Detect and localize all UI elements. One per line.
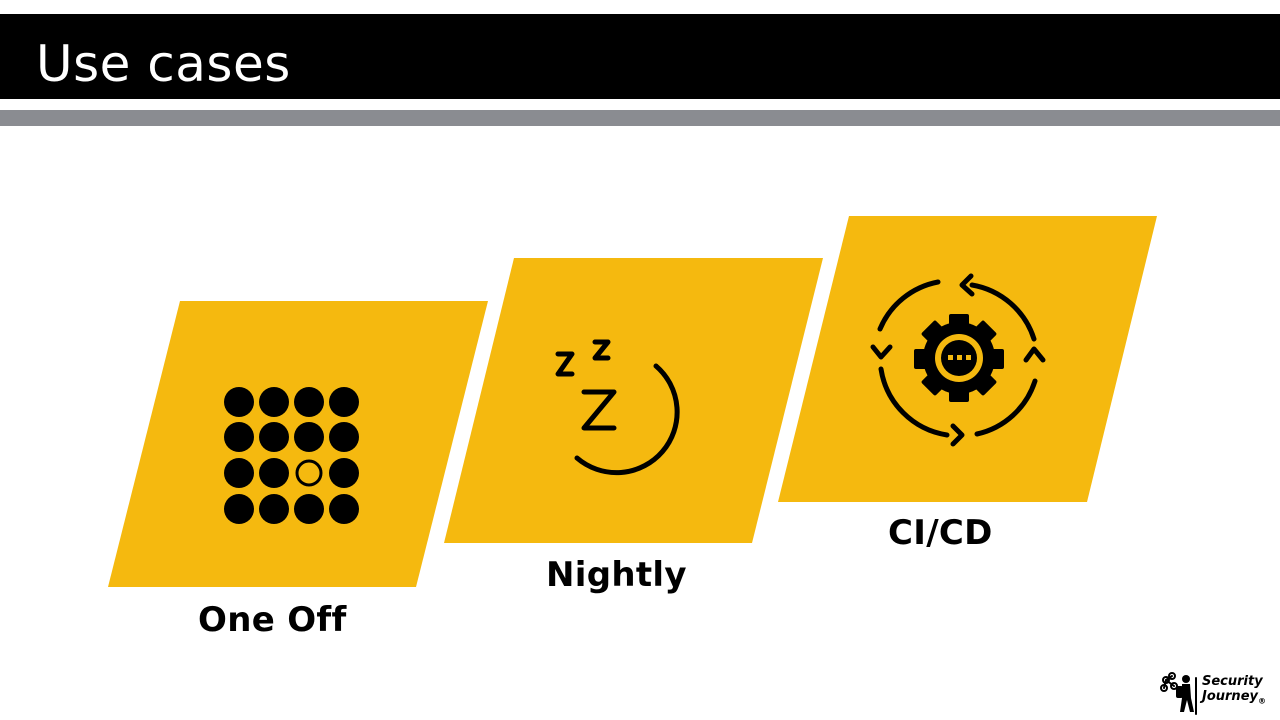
card-label-one-off: One Off xyxy=(198,600,347,640)
card-label-cicd: CI/CD xyxy=(888,513,993,553)
divider-rule xyxy=(0,110,1280,126)
card-cicd xyxy=(778,216,1180,502)
logo-line-1: Security xyxy=(1202,674,1263,689)
security-journey-logo: Security Journey® xyxy=(1158,670,1270,716)
card-one-off-shape xyxy=(108,301,488,587)
registered-mark: ® xyxy=(1257,696,1266,706)
card-nightly-shape xyxy=(444,258,823,543)
card-cicd-shape xyxy=(778,216,1157,502)
logo-line-2: Journey xyxy=(1202,689,1258,704)
title-bar: Use cases xyxy=(0,14,1280,99)
logo-text: Security Journey® xyxy=(1202,674,1266,709)
hiker-logo-icon xyxy=(1160,672,1197,715)
card-label-nightly: Nightly xyxy=(546,555,687,595)
slide-title: Use cases xyxy=(36,35,291,93)
